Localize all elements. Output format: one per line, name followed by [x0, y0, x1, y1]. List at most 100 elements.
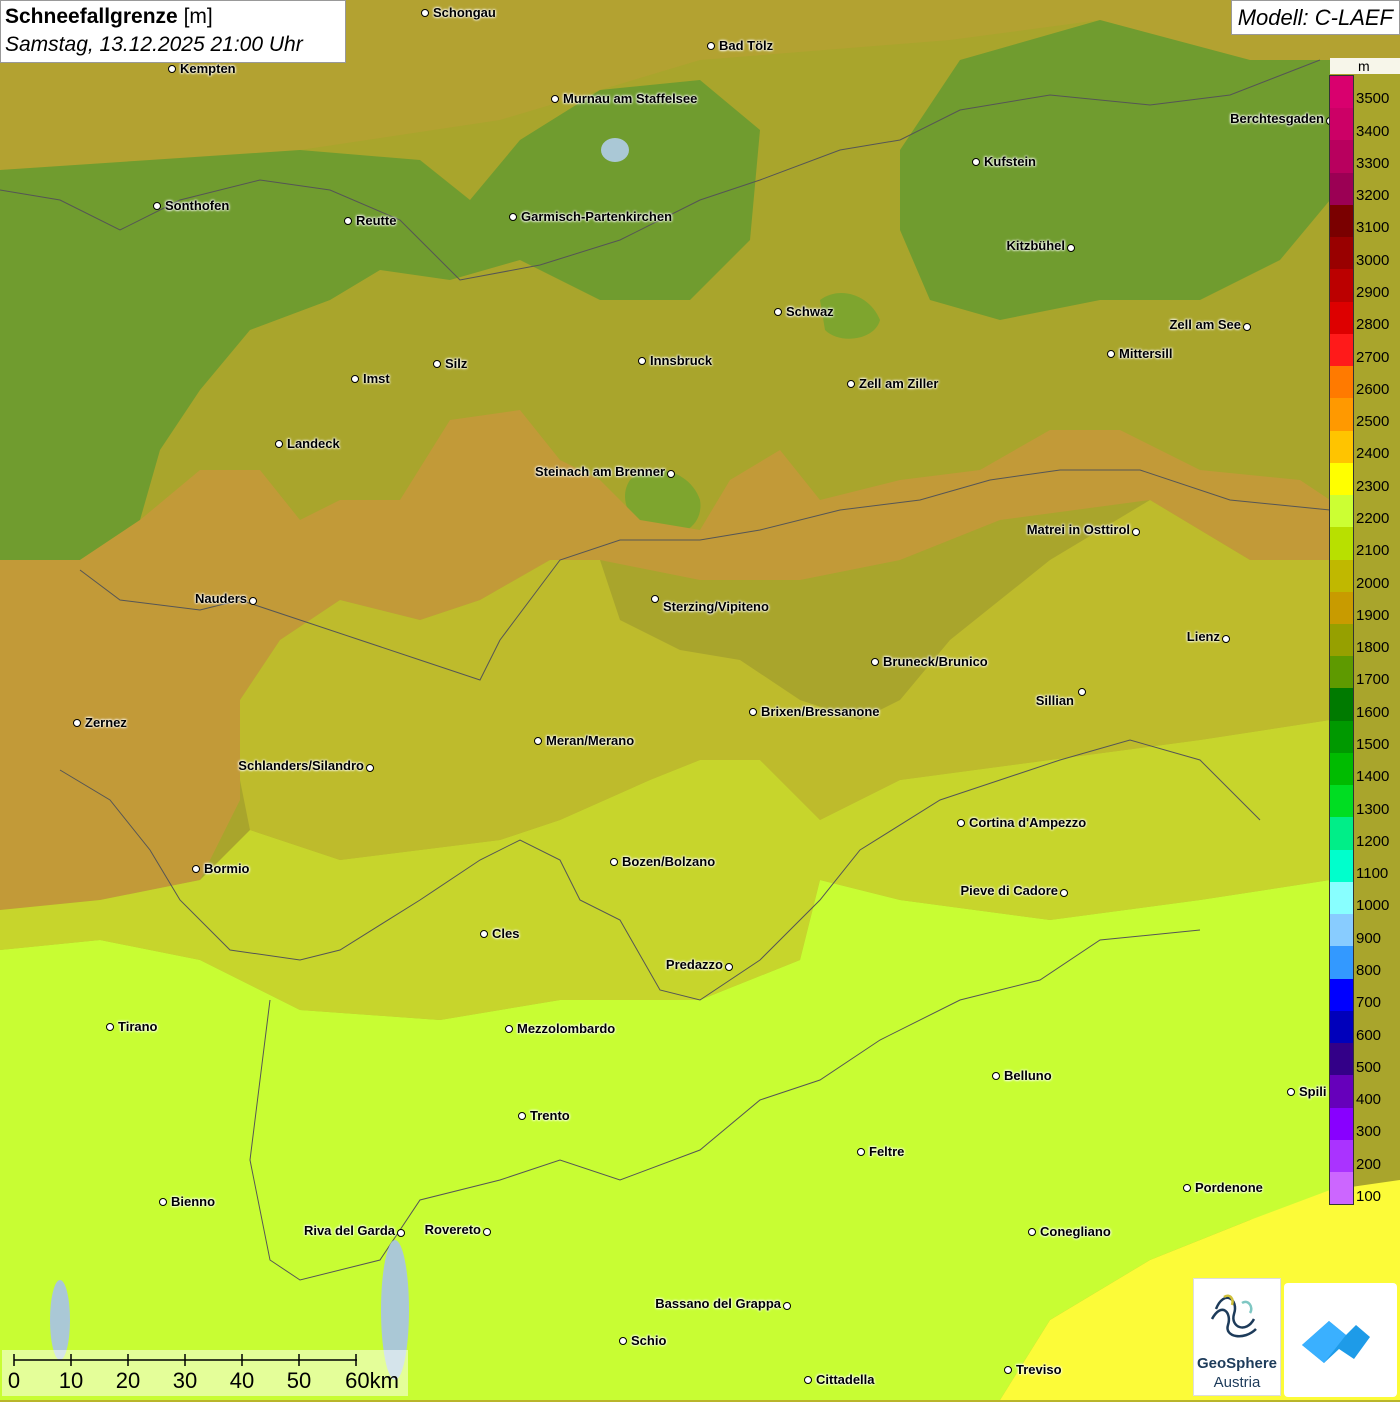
city-marker[interactable]: [433, 360, 441, 368]
city-label-bad-toelz: Bad Tölz: [719, 38, 774, 53]
legend-label: 400: [1356, 1091, 1382, 1109]
city-marker[interactable]: [774, 308, 782, 316]
city-marker[interactable]: [551, 95, 559, 103]
legend-label: 1400: [1356, 768, 1390, 786]
city-label-schwaz: Schwaz: [786, 304, 834, 319]
city-marker[interactable]: [1060, 889, 1068, 897]
geosphere-logo[interactable]: GeoSphere Austria: [1193, 1278, 1281, 1396]
city-label-bruneck: Bruneck/Brunico: [883, 654, 988, 669]
city-label-kitzbuehel: Kitzbühel: [1006, 238, 1066, 253]
legend-swatch: [1330, 1043, 1353, 1076]
city-marker[interactable]: [857, 1148, 865, 1156]
legend-label: 2400: [1356, 445, 1390, 463]
legend-label: 900: [1356, 929, 1382, 947]
city-label-brixen: Brixen/Bressanone: [761, 704, 880, 719]
model-label: Modell: C-LAEF: [1230, 0, 1400, 35]
app-logo[interactable]: [1284, 1283, 1397, 1397]
legend-label: 3200: [1356, 187, 1390, 205]
city-marker[interactable]: [1243, 323, 1251, 331]
legend-swatch: [1330, 366, 1353, 399]
city-marker[interactable]: [783, 1302, 791, 1310]
city-marker[interactable]: [804, 1376, 812, 1384]
legend-swatch: [1330, 1075, 1353, 1108]
legend-label: 2900: [1356, 283, 1390, 301]
city-marker[interactable]: [480, 930, 488, 938]
city-label-bormio: Bormio: [204, 861, 250, 876]
city-marker[interactable]: [725, 963, 733, 971]
city-label-kempten: Kempten: [180, 61, 236, 76]
scale-label: 40: [229, 1368, 255, 1393]
city-label-bienno: Bienno: [171, 1194, 216, 1209]
city-marker[interactable]: [847, 380, 855, 388]
legend-swatch: [1330, 785, 1353, 818]
scale-label: 30: [172, 1368, 198, 1393]
title-unit: [m]: [183, 5, 213, 28]
city-label-reutte: Reutte: [356, 213, 397, 228]
legend-label: 600: [1356, 1026, 1382, 1044]
legend-label: 3400: [1356, 122, 1390, 140]
city-marker[interactable]: [366, 764, 374, 772]
city-marker[interactable]: [73, 719, 81, 727]
city-marker[interactable]: [518, 1112, 526, 1120]
city-marker[interactable]: [1222, 635, 1230, 643]
legend-swatch: [1330, 881, 1353, 915]
app-logo-icon: [1302, 1321, 1370, 1363]
city-marker[interactable]: [483, 1228, 491, 1236]
city-marker[interactable]: [159, 1198, 167, 1206]
city-marker[interactable]: [667, 470, 675, 478]
city-label-meran: Meran/Merano: [546, 733, 635, 748]
city-marker[interactable]: [651, 595, 659, 603]
city-label-riva: Riva del Garda: [303, 1223, 395, 1238]
city-marker[interactable]: [192, 865, 200, 873]
city-marker[interactable]: [638, 357, 646, 365]
city-marker[interactable]: [168, 65, 176, 73]
legend-swatch: [1330, 752, 1353, 786]
city-marker[interactable]: [972, 158, 980, 166]
city-marker[interactable]: [505, 1025, 513, 1033]
city-label-zernez: Zernez: [85, 715, 127, 730]
legend-swatch: [1330, 237, 1353, 270]
legend-swatch: [1330, 688, 1353, 721]
city-marker[interactable]: [610, 858, 618, 866]
legend-swatch: [1330, 817, 1353, 850]
city-marker[interactable]: [1028, 1228, 1036, 1236]
city-label-feltre: Feltre: [869, 1144, 905, 1159]
city-marker[interactable]: [707, 42, 715, 50]
city-marker[interactable]: [1004, 1366, 1012, 1374]
city-label-schio: Schio: [631, 1333, 667, 1348]
city-marker[interactable]: [153, 202, 161, 210]
city-marker[interactable]: [397, 1229, 405, 1237]
city-marker[interactable]: [1107, 350, 1115, 358]
forecast-datetime: Samstag, 13.12.2025 21:00 Uhr: [5, 33, 303, 56]
city-label-sillian: Sillian: [1035, 693, 1074, 708]
city-marker[interactable]: [1078, 688, 1086, 696]
city-marker[interactable]: [992, 1072, 1000, 1080]
legend-swatch: [1330, 301, 1353, 334]
legend-label: 2300: [1356, 477, 1390, 495]
city-marker[interactable]: [871, 658, 879, 666]
legend-swatch: [1330, 172, 1353, 205]
city-marker[interactable]: [106, 1023, 114, 1031]
city-marker[interactable]: [534, 737, 542, 745]
city-marker[interactable]: [619, 1337, 627, 1345]
title-text: Schneefallgrenze: [5, 5, 178, 28]
legend-label: 3000: [1356, 251, 1390, 269]
city-marker[interactable]: [1183, 1184, 1191, 1192]
legend-label: 1800: [1356, 639, 1390, 657]
city-marker[interactable]: [421, 9, 429, 17]
city-marker[interactable]: [1067, 244, 1075, 252]
city-label-cles: Cles: [492, 926, 520, 941]
city-marker[interactable]: [1287, 1088, 1295, 1096]
city-marker[interactable]: [749, 708, 757, 716]
city-marker[interactable]: [344, 217, 352, 225]
city-marker[interactable]: [351, 375, 359, 383]
city-marker[interactable]: [509, 213, 517, 221]
city-marker[interactable]: [1132, 528, 1140, 536]
city-label-sonthofen: Sonthofen: [165, 198, 230, 213]
city-marker[interactable]: [249, 597, 257, 605]
city-marker[interactable]: [957, 819, 965, 827]
legend-swatch: [1330, 333, 1353, 367]
city-marker[interactable]: [275, 440, 283, 448]
legend-label: 1300: [1356, 800, 1390, 818]
legend-label: 500: [1356, 1058, 1382, 1076]
